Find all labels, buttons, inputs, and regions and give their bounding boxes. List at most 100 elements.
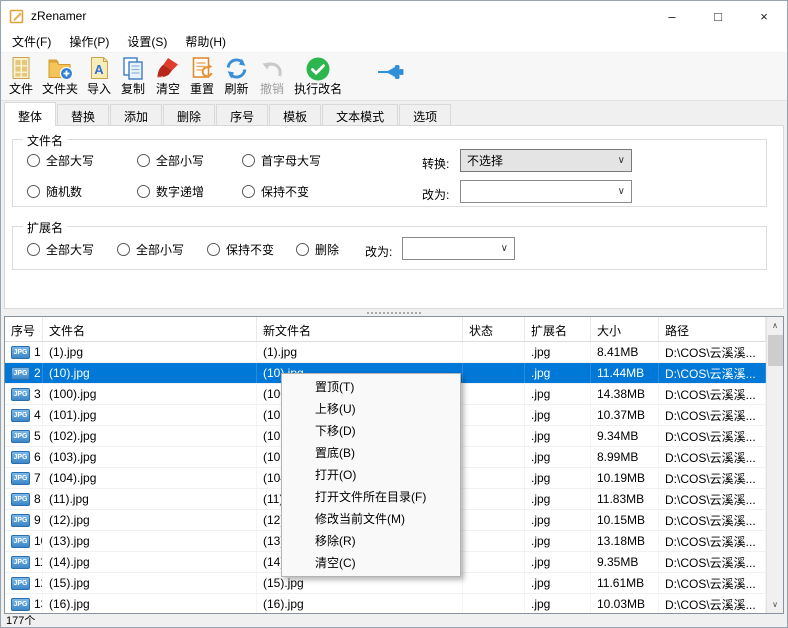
toolbar-button-copy[interactable]: 复制	[116, 54, 150, 97]
cell-扩展名: .jpg	[525, 510, 591, 530]
context-menu-item-2[interactable]: 下移(D)	[282, 420, 460, 442]
tab-3[interactable]: 删除	[163, 104, 215, 125]
clear-brush-icon	[155, 55, 181, 82]
sequence-number: 4	[34, 408, 41, 422]
extension-radio-0[interactable]: 全部大写	[27, 241, 94, 258]
close-button[interactable]: ×	[741, 1, 787, 31]
column-header-0[interactable]: 序号	[5, 317, 43, 341]
convert-dropdown[interactable]: 不选择 ∨	[460, 149, 632, 172]
context-menu-item-1[interactable]: 上移(U)	[282, 398, 460, 420]
convert-dropdown-value: 不选择	[467, 152, 503, 169]
context-menu-item-6[interactable]: 修改当前文件(M)	[282, 508, 460, 530]
scroll-up-icon[interactable]: ∧	[767, 317, 783, 334]
cell-状态	[463, 447, 525, 467]
tab-0[interactable]: 整体	[4, 102, 56, 126]
context-menu-item-5[interactable]: 打开文件所在目录(F)	[282, 486, 460, 508]
scroll-down-icon[interactable]: ∨	[767, 596, 783, 613]
toolbar-button-clear-brush[interactable]: 清空	[151, 54, 185, 97]
toolbar-button-file[interactable]: 文件	[5, 54, 37, 97]
filename-radio-label: 保持不变	[261, 183, 309, 200]
extension-radio-3[interactable]: 删除	[296, 241, 339, 258]
scrollbar-thumb[interactable]	[768, 335, 783, 366]
sequence-cell: JPG6	[5, 447, 43, 467]
radio-circle-icon	[242, 154, 255, 167]
radio-circle-icon	[242, 185, 255, 198]
filename-radio-1[interactable]: 全部小写	[137, 152, 204, 169]
cell-路径: D:\COS\云溪溪...	[659, 426, 766, 446]
column-header-3[interactable]: 状态	[463, 317, 525, 341]
cell-文件名: (100).jpg	[43, 384, 257, 404]
column-header-6[interactable]: 路径	[659, 317, 766, 341]
context-menu-item-7[interactable]: 移除(R)	[282, 530, 460, 552]
column-header-4[interactable]: 扩展名	[525, 317, 591, 341]
table-header-row: 序号文件名新文件名状态扩展名大小路径	[5, 317, 766, 342]
tab-strip: 整体替换添加删除序号模板文本模式选项	[1, 101, 787, 125]
cell-文件名: (11).jpg	[43, 489, 257, 509]
menu-item-0[interactable]: 文件(F)	[3, 30, 60, 53]
extension-radio-2[interactable]: 保持不变	[207, 241, 274, 258]
cell-路径: D:\COS\云溪溪...	[659, 573, 766, 593]
cell-扩展名: .jpg	[525, 363, 591, 383]
toolbar-button-folder-add[interactable]: 文件夹	[38, 54, 82, 97]
toolbar-button-reset[interactable]: 重置	[186, 54, 218, 97]
cell-路径: D:\COS\云溪溪...	[659, 489, 766, 509]
tab-5[interactable]: 模板	[269, 104, 321, 125]
menu-item-3[interactable]: 帮助(H)	[176, 30, 235, 53]
filename-radio-2[interactable]: 首字母大写	[242, 152, 321, 169]
cell-扩展名: .jpg	[525, 594, 591, 614]
menu-item-1[interactable]: 操作(P)	[60, 30, 118, 53]
cell-文件名: (1).jpg	[43, 342, 257, 362]
filename-radio-4[interactable]: 数字递增	[137, 183, 204, 200]
toolbar-button-execute-check[interactable]: 执行改名	[290, 54, 346, 97]
tab-7[interactable]: 选项	[399, 104, 451, 125]
minimize-button[interactable]: –	[649, 1, 695, 31]
panel-splitter[interactable]	[1, 309, 787, 316]
table-row[interactable]: JPG13(16).jpg(16).jpg.jpg10.03MBD:\COS\云…	[5, 594, 766, 614]
jpg-file-icon: JPG	[11, 430, 30, 443]
jpg-file-icon: JPG	[11, 472, 30, 485]
filename-radio-5[interactable]: 保持不变	[242, 183, 309, 200]
cell-文件名: (13).jpg	[43, 531, 257, 551]
cell-状态	[463, 405, 525, 425]
menu-item-2[interactable]: 设置(S)	[118, 30, 176, 53]
vertical-scrollbar[interactable]: ∧ ∨	[766, 317, 783, 613]
context-menu-item-4[interactable]: 打开(O)	[282, 464, 460, 486]
column-header-1[interactable]: 文件名	[43, 317, 257, 341]
context-menu-item-0[interactable]: 置顶(T)	[282, 376, 460, 398]
tab-2[interactable]: 添加	[110, 104, 162, 125]
jpg-file-icon: JPG	[11, 346, 30, 359]
copy-icon	[120, 55, 146, 82]
context-menu-item-8[interactable]: 清空(C)	[282, 552, 460, 574]
sequence-cell: JPG4	[5, 405, 43, 425]
pushpin-icon[interactable]	[377, 62, 409, 85]
reset-icon	[190, 55, 214, 82]
svg-text:A: A	[94, 62, 104, 77]
filename-radio-label: 随机数	[46, 183, 82, 200]
toolbar-button-import[interactable]: A导入	[83, 54, 115, 97]
window-title: zRenamer	[31, 9, 86, 23]
extension-radio-1[interactable]: 全部小写	[117, 241, 184, 258]
filename-radio-3[interactable]: 随机数	[27, 183, 82, 200]
maximize-button[interactable]: □	[695, 1, 741, 31]
filename-changeto-label: 改为:	[422, 186, 449, 203]
jpg-file-icon: JPG	[11, 367, 30, 380]
filename-radio-0[interactable]: 全部大写	[27, 152, 94, 169]
tab-1[interactable]: 替换	[57, 104, 109, 125]
menu-bar: 文件(F)操作(P)设置(S)帮助(H)	[1, 31, 787, 53]
tab-4[interactable]: 序号	[216, 104, 268, 125]
tab-6[interactable]: 文本模式	[322, 104, 398, 125]
column-header-5[interactable]: 大小	[591, 317, 659, 341]
cell-路径: D:\COS\云溪溪...	[659, 342, 766, 362]
toolbar-button-refresh[interactable]: 刷新	[219, 54, 254, 97]
filename-changeto-combobox[interactable]: ∨	[460, 180, 632, 203]
radio-circle-icon	[27, 154, 40, 167]
cell-大小: 8.99MB	[591, 447, 659, 467]
title-bar: zRenamer – □ ×	[1, 1, 787, 31]
column-header-2[interactable]: 新文件名	[257, 317, 463, 341]
context-menu-item-3[interactable]: 置底(B)	[282, 442, 460, 464]
toolbar-button-label: 执行改名	[294, 82, 342, 97]
cell-文件名: (103).jpg	[43, 447, 257, 467]
extension-changeto-combobox[interactable]: ∨	[402, 237, 515, 260]
table-row[interactable]: JPG1(1).jpg(1).jpg.jpg8.41MBD:\COS\云溪溪..…	[5, 342, 766, 363]
undo-icon	[259, 55, 285, 82]
